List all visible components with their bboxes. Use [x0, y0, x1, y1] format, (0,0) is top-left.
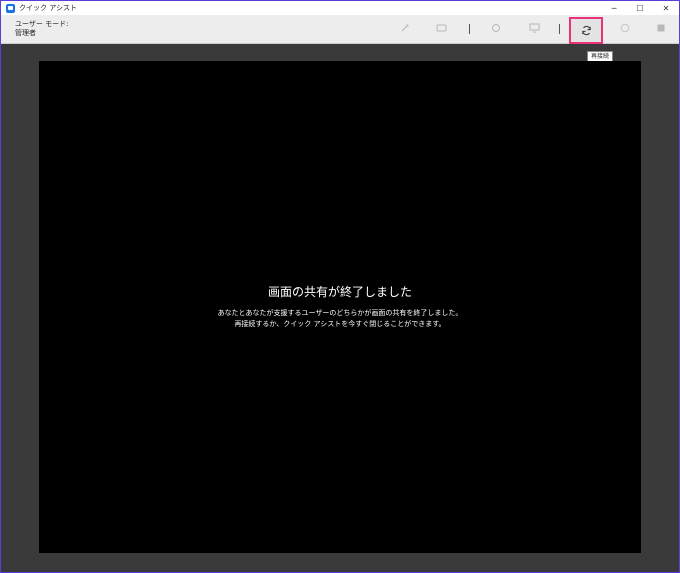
user-mode-value: 管理者 [15, 29, 36, 37]
user-mode-label: ユーザー モード: [15, 20, 69, 28]
info-icon[interactable] [618, 21, 632, 35]
maximize-button[interactable]: ☐ [627, 1, 653, 15]
minimize-button[interactable]: ─ [601, 1, 627, 15]
session-ended-message: あなたとあなたが支援するユーザーのどちらかが画面の共有を終了しました。 再接続す… [39, 308, 641, 330]
refresh-icon [581, 21, 592, 40]
quick-assist-app-icon [6, 3, 15, 13]
window-title: クイック アシスト [19, 4, 77, 12]
toolbar: ユーザー モード: 管理者 [1, 15, 679, 44]
quick-assist-window: クイック アシスト ─ ☐ ✕ ユーザー モード: 管理者 再接続 画面の共有が… [1, 1, 679, 572]
shared-screen-area: 画面の共有が終了しました あなたとあなたが支援するユーザーのどちらかが画面の共有… [39, 61, 641, 553]
title-bar: クイック アシスト ─ ☐ ✕ [1, 1, 679, 15]
annotate-pen-icon[interactable] [398, 21, 412, 35]
session-ended-line-2: 再接続するか、クイック アシストを今すぐ閉じることができます。 [234, 320, 446, 328]
chat-icon[interactable] [434, 21, 448, 35]
reconnect-button[interactable] [569, 17, 603, 44]
close-button[interactable]: ✕ [653, 1, 679, 15]
window-controls: ─ ☐ ✕ [601, 1, 679, 15]
toolbar-separator [469, 24, 470, 34]
user-mode: ユーザー モード: 管理者 [15, 20, 68, 38]
session-ended-title: 画面の共有が終了しました [267, 285, 412, 299]
toolbar-separator [559, 24, 560, 34]
stop-sharing-icon[interactable] [654, 21, 668, 35]
laser-pointer-icon[interactable] [489, 21, 503, 35]
session-ended-line-1: あなたとあなたが支援するユーザーのどちらかが画面の共有を終了しました。 [217, 309, 463, 317]
select-monitor-icon[interactable] [527, 21, 541, 35]
